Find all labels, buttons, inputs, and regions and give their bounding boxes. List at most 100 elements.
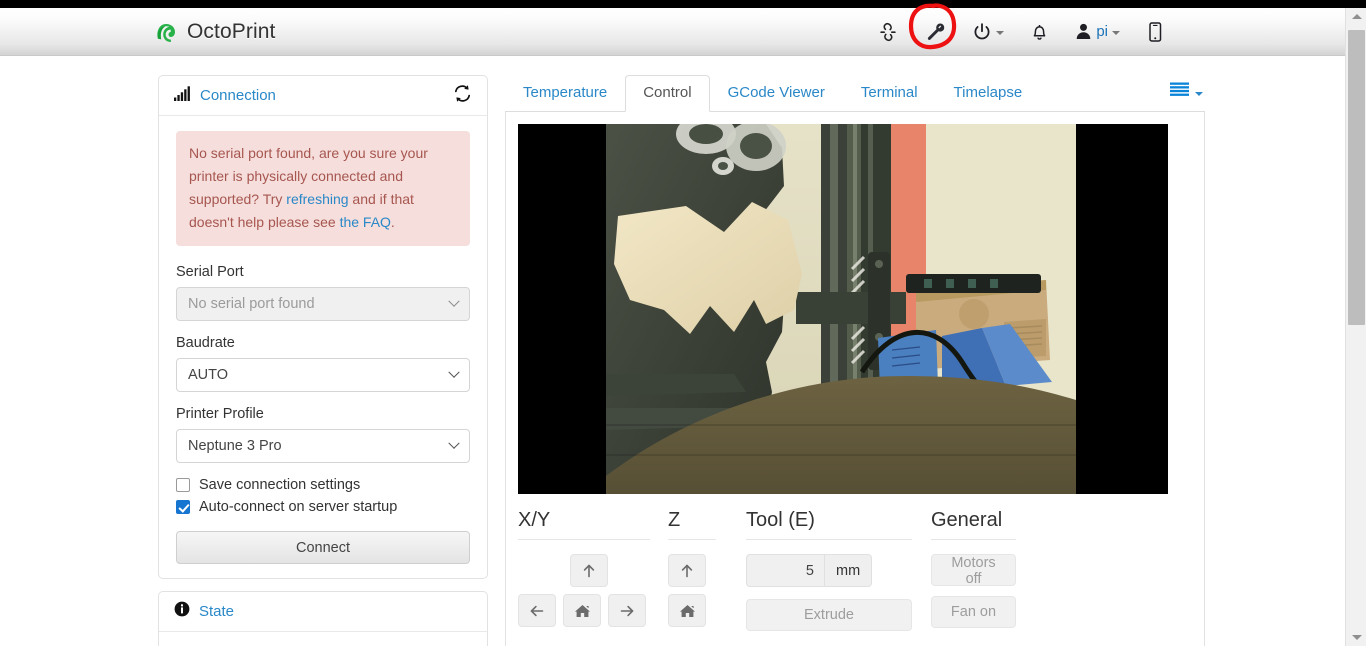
xy-title: X/Y [518,509,551,531]
state-panel-body: State: Offline after error No... one cli… [159,632,487,646]
baudrate-value: AUTO [188,367,229,383]
tab-temperature[interactable]: Temperature [505,75,625,112]
octoprint-app-window: OctoPrint pi Connection No serial port f… [0,0,1366,646]
printer-profile-select[interactable]: Neptune 3 Pro [176,429,470,463]
xy-row-bottom [518,594,668,627]
bell-icon[interactable] [1017,10,1062,54]
scrollbar-thumb[interactable] [1348,30,1365,325]
refreshing-link[interactable]: refreshing [286,191,348,207]
mobile-icon[interactable] [1133,10,1177,54]
z-row-top [668,554,746,587]
signal-bars-icon [174,85,191,106]
extrude-amount-unit: mm [824,554,873,587]
checkbox-box-checked [176,500,190,514]
z-controls: Z [668,508,746,638]
faq-link[interactable]: the FAQ [340,214,391,230]
tab-terminal[interactable]: Terminal [843,75,936,112]
broken-link-icon[interactable] [865,10,911,54]
browser-chrome-bar [0,0,1366,8]
connection-panel-body: No serial port found, are you sure your … [159,116,487,578]
serial-port-label: Serial Port [176,264,244,280]
connection-panel-header: Connection [159,76,487,116]
serial-port-value: No serial port found [188,296,315,312]
baudrate-label: Baudrate [176,335,235,351]
tab-gcode-viewer[interactable]: GCode Viewer [710,75,843,112]
scroll-down-arrow-icon[interactable] [1346,629,1366,646]
refresh-icon[interactable] [453,84,472,108]
user-icon [1075,22,1092,41]
connect-button[interactable]: Connect [176,531,470,564]
chevron-down-icon [448,366,460,378]
info-icon [174,601,190,622]
z-plus-button[interactable] [668,554,706,587]
serial-port-select[interactable]: No serial port found [176,287,470,321]
xy-row-top [518,554,668,587]
no-serial-port-alert: No serial port found, are you sure your … [176,131,470,246]
tool-e-title: Tool (E) [746,509,815,531]
z-row-bottom [668,594,746,627]
general-divider [931,539,1016,540]
alert-text-3: . [390,214,395,230]
general-controls: General Motors off Fan on [931,508,1051,638]
webcam-image [606,124,1076,494]
printer-profile-value: Neptune 3 Pro [188,438,282,454]
z-divider [668,539,716,540]
scroll-up-arrow-icon[interactable] [1346,8,1366,25]
chevron-down-icon [448,295,460,307]
tab-bar: Temperature Control GCode Viewer Termina… [505,75,1205,112]
jog-controls: X/Y Z Tool (E) 5 mm Extrude General Moto… [518,508,1192,638]
x-plus-button[interactable] [608,594,646,627]
connection-panel: Connection No serial port found, are you… [158,75,488,579]
left-sidebar: Connection No serial port found, are you… [158,75,488,646]
power-icon [972,22,992,42]
autoconnect-checkbox[interactable]: Auto-connect on server startup [176,499,470,515]
extrude-button[interactable]: Extrude [746,599,912,631]
control-tab-panel: X/Y Z Tool (E) 5 mm Extrude General Moto… [505,112,1205,646]
chevron-down-icon [448,437,460,449]
state-panel-title: State [199,603,235,620]
page-body: Connection No serial port found, are you… [0,57,1345,646]
chevron-down-icon [996,31,1005,35]
webcam-stream[interactable] [518,124,1168,494]
x-minus-button[interactable] [518,594,556,627]
tab-control[interactable]: Control [625,75,710,112]
extrude-amount-group: mm [746,554,931,587]
save-connection-settings-checkbox[interactable]: Save connection settings [176,477,470,493]
tab-overflow-menu[interactable] [1170,82,1203,102]
power-menu[interactable] [959,10,1017,54]
xy-divider [518,539,650,540]
top-navbar: OctoPrint pi [0,8,1345,56]
chevron-down-icon [1195,91,1203,96]
state-panel: State State: Offline after error No... o… [158,591,488,646]
xy-controls: X/Y [518,508,668,638]
page-scrollbar[interactable] [1345,8,1366,646]
state-panel-header: State [159,592,487,632]
user-menu[interactable]: pi [1062,10,1133,54]
brand-name: OctoPrint [187,19,276,43]
list-menu-icon [1170,82,1189,102]
tool-e-controls: Tool (E) mm Extrude [746,508,931,638]
fan-on-button[interactable]: Fan on [931,596,1016,628]
printer-profile-label: Printer Profile [176,406,264,422]
brand-link[interactable]: OctoPrint [152,19,275,45]
home-xy-button[interactable] [563,594,601,627]
autoconnect-label: Auto-connect on server startup [199,499,398,515]
connection-panel-title: Connection [200,87,276,104]
baudrate-select[interactable]: AUTO [176,358,470,392]
home-z-button[interactable] [668,594,706,627]
main-content: Temperature Control GCode Viewer Termina… [505,75,1205,646]
octoprint-logo-icon [152,19,178,45]
tab-timelapse[interactable]: Timelapse [936,75,1041,112]
tool-e-divider [746,539,912,540]
y-plus-button[interactable] [570,554,608,587]
motors-off-button[interactable]: Motors off [931,554,1016,587]
z-title: Z [668,509,681,531]
checkbox-box [176,478,190,492]
extrude-amount-input[interactable] [746,554,824,587]
wrench-icon[interactable] [911,10,959,54]
navbar-actions: pi [865,10,1177,54]
save-connection-settings-label: Save connection settings [199,477,361,493]
chevron-down-icon [1112,31,1120,35]
general-title: General [931,509,1003,531]
user-name-label: pi [1096,23,1108,40]
